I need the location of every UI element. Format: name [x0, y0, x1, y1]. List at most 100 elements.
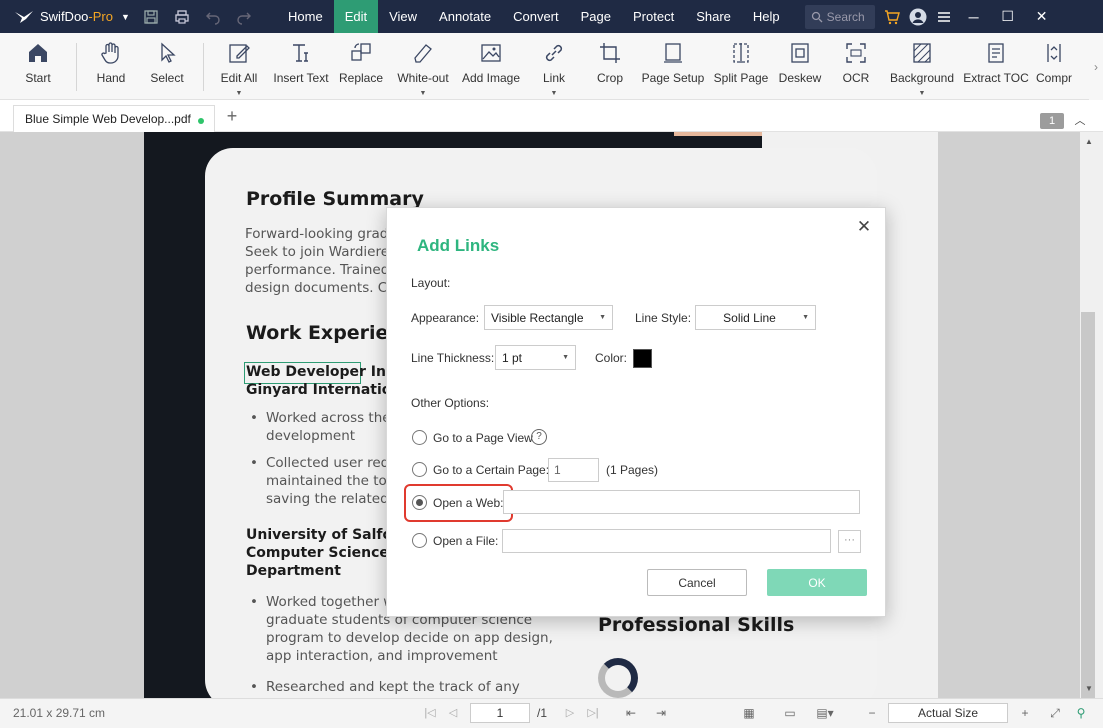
hand-icon — [101, 42, 119, 64]
print-icon[interactable] — [166, 0, 197, 33]
ribbon-scroll-right-icon[interactable]: › — [1089, 33, 1103, 100]
fullscreen-icon[interactable]: ⤢ — [1046, 704, 1064, 722]
compress-button[interactable]: Compr — [1032, 33, 1076, 100]
ok-button[interactable]: OK — [767, 569, 867, 596]
zoom-out-icon[interactable]: − — [863, 704, 881, 722]
image-icon — [481, 44, 501, 62]
ocr-icon — [846, 43, 866, 63]
document-tab[interactable]: Blue Simple Web Develop...pdf — [13, 105, 215, 132]
background-button[interactable]: Background ▼ — [884, 33, 960, 100]
link-button[interactable]: Link ▼ — [524, 33, 584, 100]
browse-file-button[interactable]: ··· — [838, 530, 861, 553]
scroll-up-icon[interactable]: ▲ — [1082, 135, 1096, 149]
appearance-select[interactable]: Visible Rectangle ▼ — [484, 305, 613, 330]
hand-tool-button[interactable]: Hand — [77, 33, 145, 100]
maximize-button[interactable]: ☐ — [991, 0, 1025, 33]
page-setup-button[interactable]: Page Setup — [636, 33, 710, 100]
minimize-button[interactable]: ─ — [957, 0, 991, 33]
file-path-input[interactable] — [502, 529, 831, 553]
edit-all-dropdown-icon[interactable]: ▼ — [236, 90, 243, 97]
replace-button[interactable]: Replace — [334, 33, 388, 100]
education-line: Computer Science — [246, 545, 389, 561]
menu-home[interactable]: Home — [277, 0, 334, 33]
app-logo[interactable]: SwifDoo -Pro ▼ — [0, 9, 135, 24]
menu-protect[interactable]: Protect — [622, 0, 685, 33]
swifdoo-bird-icon — [15, 10, 33, 23]
menu-edit[interactable]: Edit — [333, 0, 379, 33]
start-button[interactable]: Start — [0, 33, 76, 100]
select-tool-button[interactable]: Select — [145, 33, 189, 100]
redo-icon[interactable] — [228, 0, 259, 33]
page-view-label: Go to a Page View — [433, 431, 533, 445]
white-out-button[interactable]: White-out ▼ — [388, 33, 458, 100]
new-tab-plus-icon[interactable]: + — [222, 106, 242, 126]
insert-text-icon — [293, 44, 308, 62]
prev-page-icon[interactable]: ◁ — [444, 704, 462, 722]
menu-share[interactable]: Share — [685, 0, 742, 33]
page-number-input[interactable]: 1 — [470, 703, 530, 723]
page-number-field[interactable]: 1 — [548, 458, 599, 482]
dialog-close-icon[interactable]: ✕ — [855, 218, 873, 236]
cart-icon[interactable] — [879, 0, 905, 33]
thumbnail-view-icon[interactable]: ▦ — [740, 704, 758, 722]
save-icon[interactable] — [135, 0, 166, 33]
first-page-icon[interactable]: |◁ — [421, 704, 439, 722]
profile-line: design documents. Co — [245, 280, 396, 296]
fit-page-icon[interactable]: ⇥ — [652, 704, 670, 722]
background-dropdown-icon[interactable]: ▼ — [919, 90, 926, 97]
line-thickness-select[interactable]: 1 pt ▼ — [495, 345, 576, 370]
radio-open-file[interactable] — [412, 533, 427, 548]
color-swatch[interactable] — [633, 349, 652, 368]
certain-page-label: Go to a Certain Page: — [433, 463, 550, 477]
options-icon[interactable] — [931, 0, 957, 33]
insert-text-button[interactable]: Insert Text — [268, 33, 334, 100]
document-tab-title: Blue Simple Web Develop...pdf — [25, 112, 191, 126]
insert-text-label: Insert Text — [273, 71, 329, 85]
menu-annotate[interactable]: Annotate — [428, 0, 502, 33]
edit-all-button[interactable]: Edit All ▼ — [210, 33, 268, 100]
single-page-view-icon[interactable]: ▭ — [781, 704, 799, 722]
cancel-button[interactable]: Cancel — [647, 569, 747, 596]
crop-button[interactable]: Crop — [584, 33, 636, 100]
line-style-select[interactable]: Solid Line ▼ — [695, 305, 816, 330]
page-total: /1 — [537, 706, 548, 720]
page-layout-dropdown-icon[interactable]: ▤▾ — [816, 704, 834, 722]
help-question-icon[interactable]: ? — [531, 429, 547, 445]
work-experience-heading: Work Experie — [246, 322, 389, 344]
job-title: Web Developer — [246, 364, 366, 380]
extract-toc-button[interactable]: Extract TOC — [960, 33, 1032, 100]
menu-help[interactable]: Help — [742, 0, 791, 33]
other-options-label: Other Options: — [411, 396, 490, 410]
radio-open-web[interactable] — [412, 495, 427, 510]
search-box[interactable]: Search — [804, 4, 875, 29]
menu-convert[interactable]: Convert — [502, 0, 570, 33]
open-web-label: Open a Web: — [433, 496, 504, 510]
next-page-icon[interactable]: ▷ — [561, 704, 579, 722]
eraser-icon — [414, 44, 432, 63]
radio-certain-page[interactable] — [412, 462, 427, 477]
zoom-select[interactable]: Actual Size — [888, 703, 1008, 723]
link-dropdown-icon[interactable]: ▼ — [551, 90, 558, 97]
close-window-button[interactable]: ✕ — [1025, 0, 1059, 33]
app-menu-caret-icon[interactable]: ▼ — [121, 12, 130, 22]
profile-line: performance. Trained — [245, 262, 390, 278]
ocr-button[interactable]: OCR — [828, 33, 884, 100]
white-out-dropdown-icon[interactable]: ▼ — [420, 90, 427, 97]
menu-view[interactable]: View — [378, 0, 428, 33]
scrollbar-thumb[interactable] — [1081, 312, 1095, 702]
web-url-input[interactable] — [503, 490, 860, 514]
zoom-in-icon[interactable]: + — [1016, 704, 1034, 722]
fit-width-icon[interactable]: ⇤ — [622, 704, 640, 722]
scroll-down-icon[interactable]: ▼ — [1082, 682, 1096, 696]
collapse-chevron-up-icon[interactable]: ︿ — [1072, 112, 1088, 128]
last-page-icon[interactable]: ▷| — [584, 704, 602, 722]
account-icon[interactable] — [905, 0, 931, 33]
undo-icon[interactable] — [197, 0, 228, 33]
pin-icon[interactable]: ⚲ — [1072, 704, 1090, 722]
add-image-button[interactable]: Add Image — [458, 33, 524, 100]
vertical-scrollbar[interactable]: ▲ ▼ — [1080, 132, 1103, 702]
deskew-button[interactable]: Deskew — [772, 33, 828, 100]
split-page-button[interactable]: Split Page — [710, 33, 772, 100]
menu-page[interactable]: Page — [570, 0, 622, 33]
radio-page-view[interactable] — [412, 430, 427, 445]
